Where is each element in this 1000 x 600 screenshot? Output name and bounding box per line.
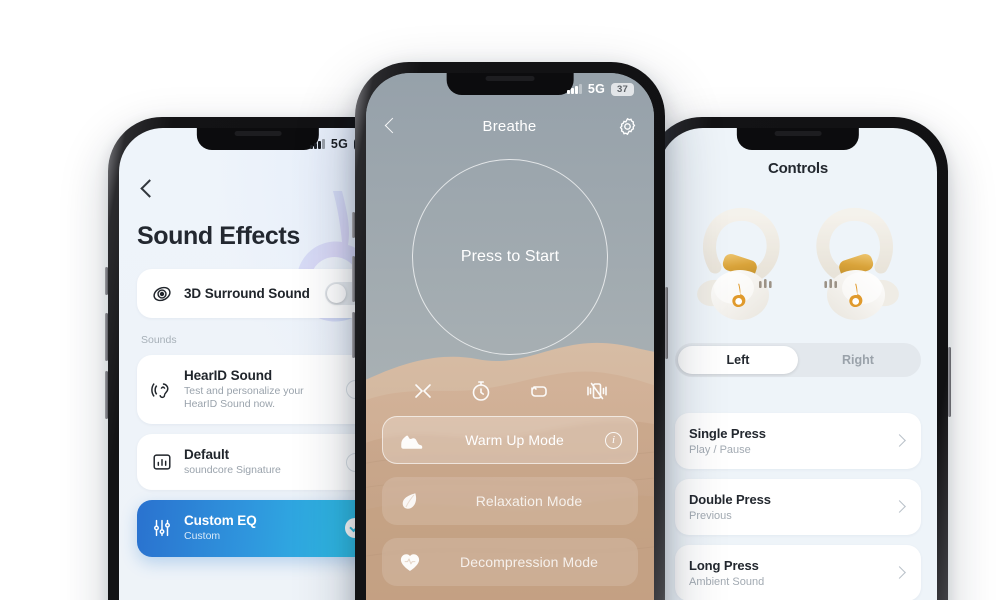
page-title: Sound Effects xyxy=(137,222,300,250)
network-type-label: 5G xyxy=(587,82,605,96)
center-phone-volume-down-button[interactable] xyxy=(352,312,355,358)
segment-right[interactable]: Right xyxy=(798,346,918,374)
double-press-text: Double Press Previous xyxy=(689,492,883,522)
row-single-press[interactable]: Single Press Play / Pause xyxy=(675,413,921,469)
center-phone-power-button[interactable] xyxy=(665,287,668,359)
controls-title: Controls xyxy=(767,160,829,177)
hearid-subtitle: Test and personalize your HearID Sound n… xyxy=(184,385,304,411)
center-phone-screen: 5G 37 Breathe Press to Start Warm Up Mod… xyxy=(366,73,654,600)
screenshot-stage: 5G 5 Sound Effects xyxy=(0,0,1000,600)
center-phone-mute-button[interactable] xyxy=(352,212,355,238)
list-item-custom-eq[interactable]: Custom EQ Custom xyxy=(137,500,379,557)
back-chevron-icon[interactable] xyxy=(137,178,159,200)
leaf-icon xyxy=(402,493,417,509)
custom-eq-sliders-icon xyxy=(154,520,170,537)
breathe-tool-row xyxy=(382,379,638,403)
info-icon[interactable]: i xyxy=(605,431,622,449)
single-press-text: Single Press Play / Pause xyxy=(689,426,883,456)
left-phone-volume-down-button[interactable] xyxy=(105,371,108,419)
mode-relaxation[interactable]: Relaxation Mode xyxy=(382,477,638,525)
loop-icon[interactable] xyxy=(527,379,551,403)
chevron-right-icon xyxy=(893,500,907,514)
right-phone-notch xyxy=(736,128,860,150)
left-right-segmented-control[interactable]: Left Right xyxy=(675,343,921,377)
timer-icon[interactable] xyxy=(469,379,493,403)
back-chevron-icon[interactable] xyxy=(382,116,402,136)
custom-eq-text: Custom EQ Custom xyxy=(184,513,334,543)
chevron-right-icon xyxy=(893,434,907,448)
hearid-title: HearID Sound xyxy=(184,368,273,383)
network-type-label: 5G xyxy=(330,137,348,151)
custom-eq-subtitle: Custom xyxy=(184,530,221,543)
hearid-text: HearID Sound Test and personalize your H… xyxy=(184,368,335,411)
long-press-title: Long Press xyxy=(689,558,759,573)
right-screen-content: Controls Left Right Single Press Play / … xyxy=(659,128,937,600)
3d-surround-icon xyxy=(153,286,171,301)
right-phone-screen: Controls Left Right Single Press Play / … xyxy=(659,128,937,600)
default-title: Default xyxy=(184,447,230,463)
center-screen-content: Breathe Press to Start Warm Up Mode i Re… xyxy=(366,73,654,600)
equalizer-default-icon xyxy=(153,454,171,470)
center-status-bar: 5G 37 xyxy=(567,82,634,96)
segment-left[interactable]: Left xyxy=(678,346,798,374)
heart-icon xyxy=(400,554,420,571)
long-press-value: Ambient Sound xyxy=(689,576,765,588)
double-press-title: Double Press xyxy=(689,492,771,507)
card-3d-surround-text: 3D Surround Sound xyxy=(184,286,314,301)
center-phone-volume-up-button[interactable] xyxy=(352,256,355,302)
default-text: Default soundcore Signature xyxy=(184,447,335,477)
shoe-icon xyxy=(401,435,423,449)
row-long-press[interactable]: Long Press Ambient Sound xyxy=(675,545,921,600)
earbuds-illustration xyxy=(697,207,899,320)
center-phone-device: 5G 37 Breathe Press to Start Warm Up Mod… xyxy=(352,62,668,600)
list-item-default[interactable]: Default soundcore Signature xyxy=(137,434,379,491)
chevron-right-icon xyxy=(893,566,907,580)
mode-warm-up-label: Warm Up Mode xyxy=(465,432,564,448)
breathe-title: Breathe xyxy=(482,117,537,135)
card-3d-surround-label: 3D Surround Sound xyxy=(184,286,310,301)
right-phone-power-button[interactable] xyxy=(948,347,951,417)
custom-eq-title: Custom EQ xyxy=(184,513,257,529)
left-phone-mute-button[interactable] xyxy=(105,267,108,295)
card-3d-surround-sound[interactable]: 3D Surround Sound xyxy=(137,269,379,318)
center-phone-notch xyxy=(446,73,574,95)
single-press-value: Play / Pause xyxy=(689,444,751,456)
shuffle-icon[interactable] xyxy=(411,379,435,403)
mode-decompression[interactable]: Decompression Mode xyxy=(382,538,638,586)
left-phone-notch xyxy=(196,128,320,150)
gear-icon[interactable] xyxy=(617,116,638,137)
cellular-signal-icon xyxy=(567,84,582,94)
list-item-hearid-sound[interactable]: HearID Sound Test and personalize your H… xyxy=(137,355,379,425)
double-press-value: Previous xyxy=(689,510,732,522)
long-press-text: Long Press Ambient Sound xyxy=(689,558,883,588)
press-to-start-label: Press to Start xyxy=(460,248,560,265)
right-phone-device: Controls Left Right Single Press Play / … xyxy=(648,117,951,600)
mode-warm-up[interactable]: Warm Up Mode i xyxy=(382,416,638,464)
mode-relaxation-label: Relaxation Mode xyxy=(475,493,583,509)
breathe-nav-bar: Breathe xyxy=(382,111,638,141)
hearid-ear-icon xyxy=(151,382,169,398)
cellular-signal-icon xyxy=(310,139,325,149)
press-to-start-circle[interactable]: Press to Start xyxy=(412,159,608,355)
earbuds-image xyxy=(675,189,921,329)
sounds-section-label: Sounds xyxy=(141,334,177,346)
battery-icon: 37 xyxy=(611,82,634,96)
row-double-press[interactable]: Double Press Previous xyxy=(675,479,921,535)
single-press-title: Single Press xyxy=(689,426,766,441)
left-phone-volume-up-button[interactable] xyxy=(105,313,108,361)
vibrate-off-icon[interactable] xyxy=(585,379,609,403)
default-subtitle: soundcore Signature xyxy=(184,464,281,477)
mode-decompression-label: Decompression Mode xyxy=(460,554,598,570)
